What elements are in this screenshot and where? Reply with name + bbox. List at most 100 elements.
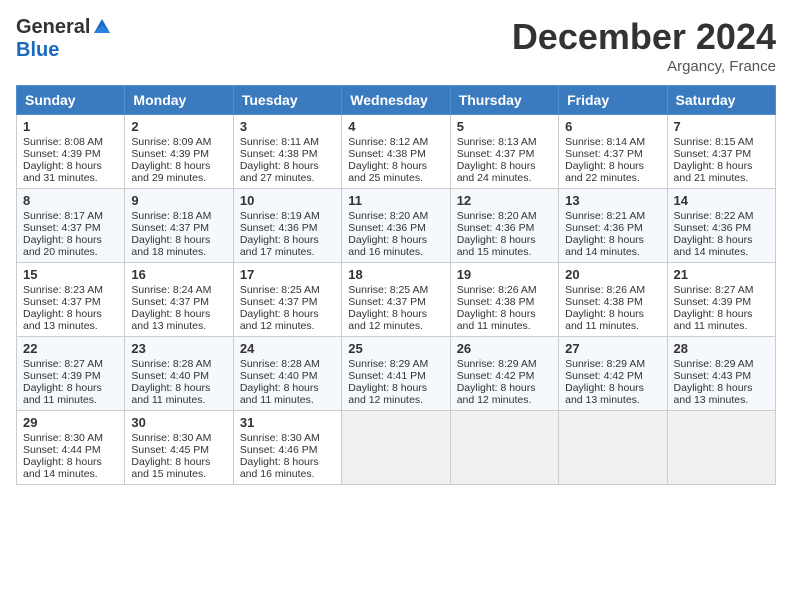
daylight-hours: Daylight: 8 hours and 16 minutes. xyxy=(240,456,319,480)
sunrise-time: Sunrise: 8:29 AM xyxy=(348,358,428,370)
table-row: 21 Sunrise: 8:27 AM Sunset: 4:39 PM Dayl… xyxy=(667,263,775,337)
table-row: 28 Sunrise: 8:29 AM Sunset: 4:43 PM Dayl… xyxy=(667,337,775,411)
sunrise-time: Sunrise: 8:20 AM xyxy=(348,210,428,222)
sunset-time: Sunset: 4:37 PM xyxy=(131,222,209,234)
sunrise-time: Sunrise: 8:24 AM xyxy=(131,284,211,296)
daylight-hours: Daylight: 8 hours and 12 minutes. xyxy=(457,382,536,406)
sunrise-time: Sunrise: 8:30 AM xyxy=(23,432,103,444)
sunset-time: Sunset: 4:38 PM xyxy=(240,148,318,160)
day-number: 21 xyxy=(674,267,769,282)
sunrise-time: Sunrise: 8:27 AM xyxy=(23,358,103,370)
sunrise-time: Sunrise: 8:14 AM xyxy=(565,136,645,148)
table-row: 24 Sunrise: 8:28 AM Sunset: 4:40 PM Dayl… xyxy=(233,337,341,411)
table-row: 7 Sunrise: 8:15 AM Sunset: 4:37 PM Dayli… xyxy=(667,115,775,189)
day-number: 28 xyxy=(674,341,769,356)
daylight-hours: Daylight: 8 hours and 13 minutes. xyxy=(674,382,753,406)
col-monday: Monday xyxy=(125,86,233,115)
day-number: 26 xyxy=(457,341,552,356)
logo-blue-text: Blue xyxy=(16,39,59,62)
daylight-hours: Daylight: 8 hours and 11 minutes. xyxy=(23,382,102,406)
table-row: 13 Sunrise: 8:21 AM Sunset: 4:36 PM Dayl… xyxy=(559,189,667,263)
col-thursday: Thursday xyxy=(450,86,558,115)
table-row: 23 Sunrise: 8:28 AM Sunset: 4:40 PM Dayl… xyxy=(125,337,233,411)
sunset-time: Sunset: 4:37 PM xyxy=(23,222,101,234)
daylight-hours: Daylight: 8 hours and 11 minutes. xyxy=(457,308,536,332)
sunrise-time: Sunrise: 8:19 AM xyxy=(240,210,320,222)
daylight-hours: Daylight: 8 hours and 27 minutes. xyxy=(240,160,319,184)
sunset-time: Sunset: 4:37 PM xyxy=(457,148,535,160)
daylight-hours: Daylight: 8 hours and 13 minutes. xyxy=(23,308,102,332)
sunset-time: Sunset: 4:38 PM xyxy=(457,296,535,308)
day-number: 17 xyxy=(240,267,335,282)
table-row: 15 Sunrise: 8:23 AM Sunset: 4:37 PM Dayl… xyxy=(17,263,125,337)
month-title: December 2024 xyxy=(512,16,776,58)
daylight-hours: Daylight: 8 hours and 15 minutes. xyxy=(457,234,536,258)
daylight-hours: Daylight: 8 hours and 21 minutes. xyxy=(674,160,753,184)
daylight-hours: Daylight: 8 hours and 16 minutes. xyxy=(348,234,427,258)
table-row: 11 Sunrise: 8:20 AM Sunset: 4:36 PM Dayl… xyxy=(342,189,450,263)
day-number: 25 xyxy=(348,341,443,356)
day-number: 4 xyxy=(348,119,443,134)
daylight-hours: Daylight: 8 hours and 22 minutes. xyxy=(565,160,644,184)
table-row: 8 Sunrise: 8:17 AM Sunset: 4:37 PM Dayli… xyxy=(17,189,125,263)
page-header: General Blue December 2024 Argancy, Fran… xyxy=(16,16,776,75)
table-row: 17 Sunrise: 8:25 AM Sunset: 4:37 PM Dayl… xyxy=(233,263,341,337)
calendar-week-row: 8 Sunrise: 8:17 AM Sunset: 4:37 PM Dayli… xyxy=(17,189,776,263)
daylight-hours: Daylight: 8 hours and 11 minutes. xyxy=(565,308,644,332)
sunset-time: Sunset: 4:46 PM xyxy=(240,444,318,456)
day-number: 1 xyxy=(23,119,118,134)
day-number: 24 xyxy=(240,341,335,356)
col-friday: Friday xyxy=(559,86,667,115)
day-number: 23 xyxy=(131,341,226,356)
sunset-time: Sunset: 4:36 PM xyxy=(674,222,752,234)
sunrise-time: Sunrise: 8:25 AM xyxy=(240,284,320,296)
day-number: 18 xyxy=(348,267,443,282)
table-row: 3 Sunrise: 8:11 AM Sunset: 4:38 PM Dayli… xyxy=(233,115,341,189)
logo-general-text: General xyxy=(16,16,90,39)
col-wednesday: Wednesday xyxy=(342,86,450,115)
logo-icon xyxy=(92,17,110,35)
sunset-time: Sunset: 4:37 PM xyxy=(240,296,318,308)
daylight-hours: Daylight: 8 hours and 14 minutes. xyxy=(23,456,102,480)
daylight-hours: Daylight: 8 hours and 29 minutes. xyxy=(131,160,210,184)
table-row: 14 Sunrise: 8:22 AM Sunset: 4:36 PM Dayl… xyxy=(667,189,775,263)
daylight-hours: Daylight: 8 hours and 13 minutes. xyxy=(565,382,644,406)
day-number: 30 xyxy=(131,415,226,430)
table-row: 12 Sunrise: 8:20 AM Sunset: 4:36 PM Dayl… xyxy=(450,189,558,263)
table-row xyxy=(450,411,558,485)
title-section: December 2024 Argancy, France xyxy=(512,16,776,75)
sunrise-time: Sunrise: 8:28 AM xyxy=(240,358,320,370)
table-row: 30 Sunrise: 8:30 AM Sunset: 4:45 PM Dayl… xyxy=(125,411,233,485)
sunrise-time: Sunrise: 8:23 AM xyxy=(23,284,103,296)
table-row: 19 Sunrise: 8:26 AM Sunset: 4:38 PM Dayl… xyxy=(450,263,558,337)
daylight-hours: Daylight: 8 hours and 11 minutes. xyxy=(131,382,210,406)
col-sunday: Sunday xyxy=(17,86,125,115)
sunset-time: Sunset: 4:45 PM xyxy=(131,444,209,456)
day-number: 9 xyxy=(131,193,226,208)
table-row: 26 Sunrise: 8:29 AM Sunset: 4:42 PM Dayl… xyxy=(450,337,558,411)
sunset-time: Sunset: 4:39 PM xyxy=(23,370,101,382)
table-row: 29 Sunrise: 8:30 AM Sunset: 4:44 PM Dayl… xyxy=(17,411,125,485)
daylight-hours: Daylight: 8 hours and 25 minutes. xyxy=(348,160,427,184)
table-row xyxy=(667,411,775,485)
sunrise-time: Sunrise: 8:29 AM xyxy=(565,358,645,370)
table-row: 6 Sunrise: 8:14 AM Sunset: 4:37 PM Dayli… xyxy=(559,115,667,189)
day-number: 13 xyxy=(565,193,660,208)
daylight-hours: Daylight: 8 hours and 15 minutes. xyxy=(131,456,210,480)
sunrise-time: Sunrise: 8:21 AM xyxy=(565,210,645,222)
sunrise-time: Sunrise: 8:22 AM xyxy=(674,210,754,222)
daylight-hours: Daylight: 8 hours and 11 minutes. xyxy=(240,382,319,406)
daylight-hours: Daylight: 8 hours and 20 minutes. xyxy=(23,234,102,258)
sunset-time: Sunset: 4:42 PM xyxy=(565,370,643,382)
sunrise-time: Sunrise: 8:09 AM xyxy=(131,136,211,148)
day-number: 20 xyxy=(565,267,660,282)
sunrise-time: Sunrise: 8:29 AM xyxy=(674,358,754,370)
daylight-hours: Daylight: 8 hours and 12 minutes. xyxy=(348,308,427,332)
day-number: 3 xyxy=(240,119,335,134)
sunrise-time: Sunrise: 8:25 AM xyxy=(348,284,428,296)
calendar-week-row: 15 Sunrise: 8:23 AM Sunset: 4:37 PM Dayl… xyxy=(17,263,776,337)
sunrise-time: Sunrise: 8:26 AM xyxy=(457,284,537,296)
day-number: 11 xyxy=(348,193,443,208)
sunset-time: Sunset: 4:41 PM xyxy=(348,370,426,382)
day-number: 22 xyxy=(23,341,118,356)
